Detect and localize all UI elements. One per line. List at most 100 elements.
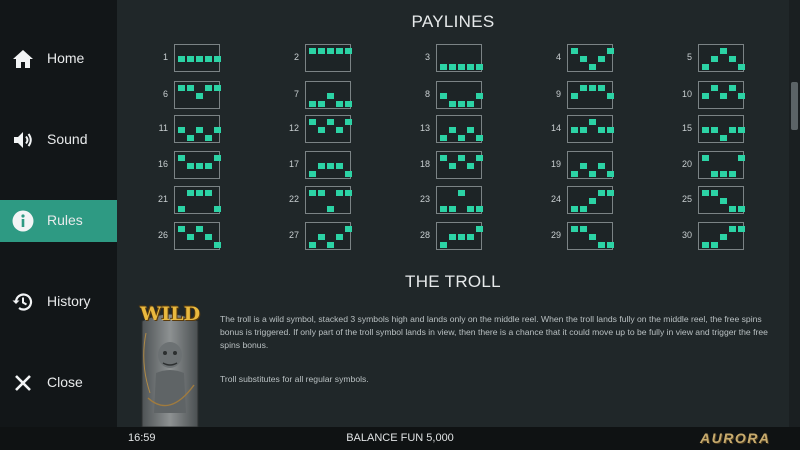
payline-cell	[467, 101, 474, 107]
payline-cell	[738, 93, 745, 99]
sidebar-item-rules[interactable]: Rules	[0, 200, 117, 242]
payline-number: 11	[158, 123, 168, 133]
payline-number: 17	[288, 159, 299, 169]
status-bar: 16:59 BALANCE FUN 5,000 AURORA	[0, 427, 800, 450]
payline-cell	[187, 135, 194, 141]
payline-cell	[327, 119, 334, 125]
payline-cell	[476, 64, 483, 70]
payline-cell	[476, 135, 483, 141]
payline-cell	[440, 64, 447, 70]
payline-cell	[729, 85, 736, 91]
payline-cell	[214, 242, 221, 248]
payline-cell	[467, 163, 474, 169]
payline-cell	[571, 226, 578, 232]
history-icon	[11, 290, 35, 314]
troll-substitutes-note: Troll substitutes for all regular symbol…	[220, 374, 369, 384]
payline-cell	[729, 206, 736, 212]
payline-cell	[467, 64, 474, 70]
payline-cell	[720, 135, 727, 141]
payline-pattern	[436, 44, 483, 72]
payline-cell	[458, 135, 465, 141]
payline-cell	[720, 198, 727, 204]
payline-cell	[449, 206, 456, 212]
payline-cell	[449, 64, 456, 70]
payline-pattern	[305, 222, 352, 250]
payline-cell	[476, 155, 483, 161]
payline-cell	[440, 135, 447, 141]
sidebar-item-history[interactable]: History	[0, 281, 117, 323]
payline-cell	[711, 56, 718, 62]
payline-cell	[309, 171, 316, 177]
payline-cell	[318, 234, 325, 240]
payline-cell	[711, 190, 718, 196]
payline-cell	[598, 163, 605, 169]
payline-cell	[571, 206, 578, 212]
payline-cell	[345, 171, 352, 177]
payline-cell	[738, 226, 745, 232]
payline-cell	[598, 56, 605, 62]
payline-cell	[336, 234, 343, 240]
payline-number: 16	[157, 159, 168, 169]
sidebar-item-close[interactable]: Close	[0, 362, 117, 404]
paylines-title: PAYLINES	[411, 12, 495, 31]
payline-cell	[702, 190, 709, 196]
payline-cell	[345, 48, 352, 54]
payline-cell	[738, 155, 745, 161]
payline-cell	[214, 85, 221, 91]
payline-cell	[580, 206, 587, 212]
payline-number: 19	[550, 159, 561, 169]
payline-pattern	[698, 222, 745, 250]
balance-display: BALANCE FUN 5,000	[0, 432, 800, 444]
payline-cell	[187, 234, 194, 240]
payline-cell	[318, 101, 325, 107]
payline-cell	[607, 93, 614, 99]
payline-number: 14	[550, 123, 561, 133]
payline-cell	[598, 85, 605, 91]
payline-pattern	[698, 115, 745, 143]
payline-cell	[467, 127, 474, 133]
payline-cell	[196, 190, 203, 196]
payline-cell	[336, 48, 343, 54]
payline-pattern	[698, 44, 745, 72]
troll-description: The troll is a wild symbol, stacked 3 sy…	[220, 314, 768, 350]
payline-pattern	[567, 44, 614, 72]
payline-pattern	[174, 222, 221, 250]
payline-cell	[729, 171, 736, 177]
payline-cell	[589, 85, 596, 91]
payline-cell	[196, 56, 203, 62]
payline-cell	[589, 198, 596, 204]
payline-number: 23	[419, 194, 430, 204]
payline-cell	[214, 206, 221, 212]
payline-pattern	[305, 151, 352, 179]
payline-cell	[178, 155, 185, 161]
payline-cell	[571, 127, 578, 133]
payline-cell	[327, 163, 334, 169]
payline-pattern	[567, 115, 614, 143]
payline-cell	[580, 127, 587, 133]
payline-cell	[729, 56, 736, 62]
sidebar-item-home[interactable]: Home	[0, 38, 117, 80]
troll-title: THE TROLL	[405, 272, 501, 291]
sidebar-item-sound[interactable]: Sound	[0, 119, 117, 161]
payline-cell	[187, 190, 194, 196]
payline-cell	[607, 242, 614, 248]
payline-cell	[458, 101, 465, 107]
payline-pattern	[305, 44, 352, 72]
payline-pattern	[698, 81, 745, 109]
payline-cell	[178, 206, 185, 212]
payline-pattern	[174, 186, 221, 214]
scrollbar[interactable]	[789, 0, 800, 427]
payline-cell	[476, 206, 483, 212]
payline-cell	[309, 242, 316, 248]
payline-cell	[187, 56, 194, 62]
sidebar-item-label: Home	[47, 50, 85, 66]
payline-cell	[458, 234, 465, 240]
payline-pattern	[436, 81, 483, 109]
payline-cell	[336, 190, 343, 196]
balance-value: FUN 5,000	[400, 432, 454, 444]
scrollbar-thumb[interactable]	[791, 82, 798, 130]
payline-number: 18	[419, 159, 430, 169]
close-icon	[11, 371, 35, 395]
payline-cell	[702, 64, 709, 70]
payline-cell	[571, 93, 578, 99]
